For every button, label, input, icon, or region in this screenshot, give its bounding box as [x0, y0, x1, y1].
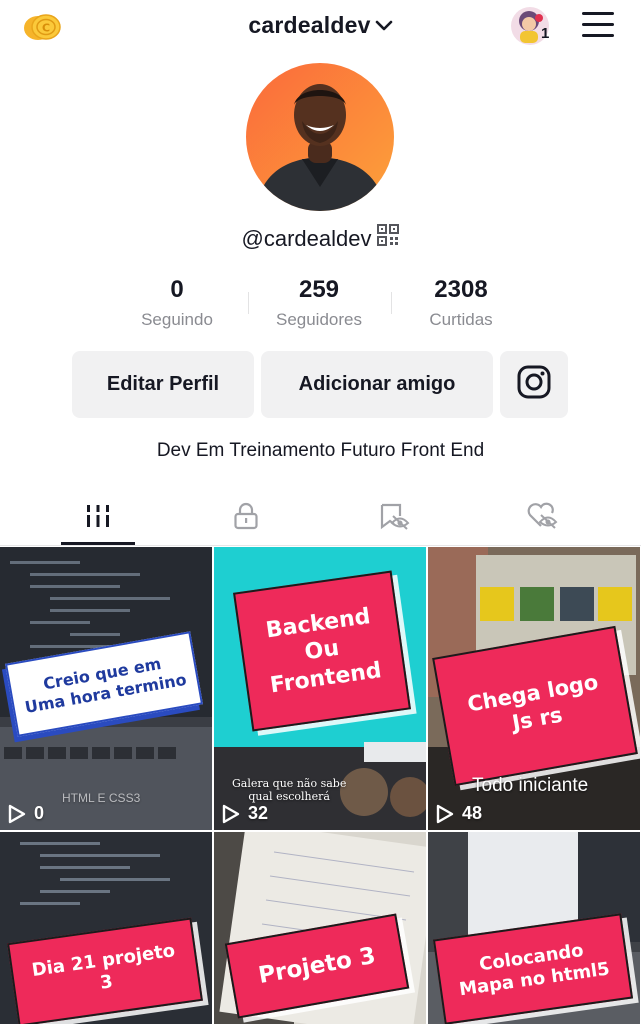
video-views: 0: [8, 803, 44, 824]
view-count: 32: [248, 803, 269, 823]
stat-followers[interactable]: 259 Seguidores: [248, 276, 390, 336]
following-count: 0: [170, 276, 184, 303]
bookmark-eye-icon: [378, 502, 410, 535]
video-overlay-text: Galera que não sabe qual escolherá: [232, 777, 347, 804]
view-count: 0: [34, 803, 45, 823]
tab-liked[interactable]: [462, 490, 622, 546]
likes-count: 2308: [434, 276, 488, 303]
profile-tabs: [0, 490, 641, 546]
video-caption: Backend Ou Frontend: [233, 570, 411, 732]
profile-avatar[interactable]: [246, 63, 394, 211]
stat-likes[interactable]: 2308 Curtidas: [390, 276, 532, 336]
video-thumbnail[interactable]: Dia 21 projeto 3: [0, 832, 212, 1024]
video-thumbnail[interactable]: Colocando Mapa no html5: [428, 832, 640, 1024]
instagram-icon: [516, 364, 552, 406]
profile-stats: 0 Seguindo 259 Seguidores 2308 Curtidas: [106, 276, 534, 336]
play-icon: [8, 804, 26, 823]
qr-code-icon[interactable]: [377, 224, 400, 252]
followers-count: 259: [298, 276, 340, 303]
play-icon: [436, 804, 454, 823]
video-grid: Creio que em Uma hora termino HTML E CSS…: [0, 547, 641, 1024]
video-thumbnail[interactable]: Chega logo Js rs Todo iniciante 48: [428, 547, 640, 830]
likes-label: Curtidas: [429, 310, 493, 329]
video-views: 32: [222, 803, 268, 824]
friend-requests-count: 1: [541, 25, 550, 42]
lock-icon: [233, 502, 259, 535]
stat-following[interactable]: 0 Seguindo: [106, 276, 248, 336]
heart-eye-icon: [526, 502, 558, 535]
video-overlay-text: Todo iniciante: [472, 775, 589, 796]
handle-text: @cardealdev: [241, 226, 372, 251]
play-icon: [222, 804, 240, 823]
top-bar: C cardealdev 1: [0, 0, 641, 52]
add-friend-button[interactable]: Adicionar amigo: [261, 351, 493, 418]
video-views: 48: [436, 803, 482, 824]
account-username: cardealdev: [248, 12, 371, 38]
stats-divider: [248, 292, 249, 314]
chevron-down-icon: [375, 11, 393, 38]
following-label: Seguindo: [141, 310, 213, 329]
videos-grid-icon: [85, 503, 111, 534]
profile-handle: @cardealdev: [0, 224, 641, 252]
stats-divider: [391, 292, 392, 314]
tab-private[interactable]: [166, 490, 326, 546]
tab-videos[interactable]: [18, 490, 178, 546]
active-tab-indicator: [61, 542, 135, 545]
video-thumbnail[interactable]: Creio que em Uma hora termino HTML E CSS…: [0, 547, 212, 830]
video-thumbnail[interactable]: Projeto 3: [214, 832, 426, 1024]
instagram-button[interactable]: [500, 351, 568, 418]
view-count: 48: [462, 803, 483, 823]
profile-bio: Dev Em Treinamento Futuro Front End: [156, 440, 485, 461]
video-overlay-text: HTML E CSS3: [62, 791, 141, 805]
video-thumbnail[interactable]: Backend Ou Frontend Galera que não sabe …: [214, 547, 426, 830]
tab-saved[interactable]: [314, 490, 474, 546]
edit-profile-button[interactable]: Editar Perfil: [72, 351, 254, 418]
menu-icon[interactable]: [582, 12, 614, 38]
followers-label: Seguidores: [275, 310, 362, 329]
